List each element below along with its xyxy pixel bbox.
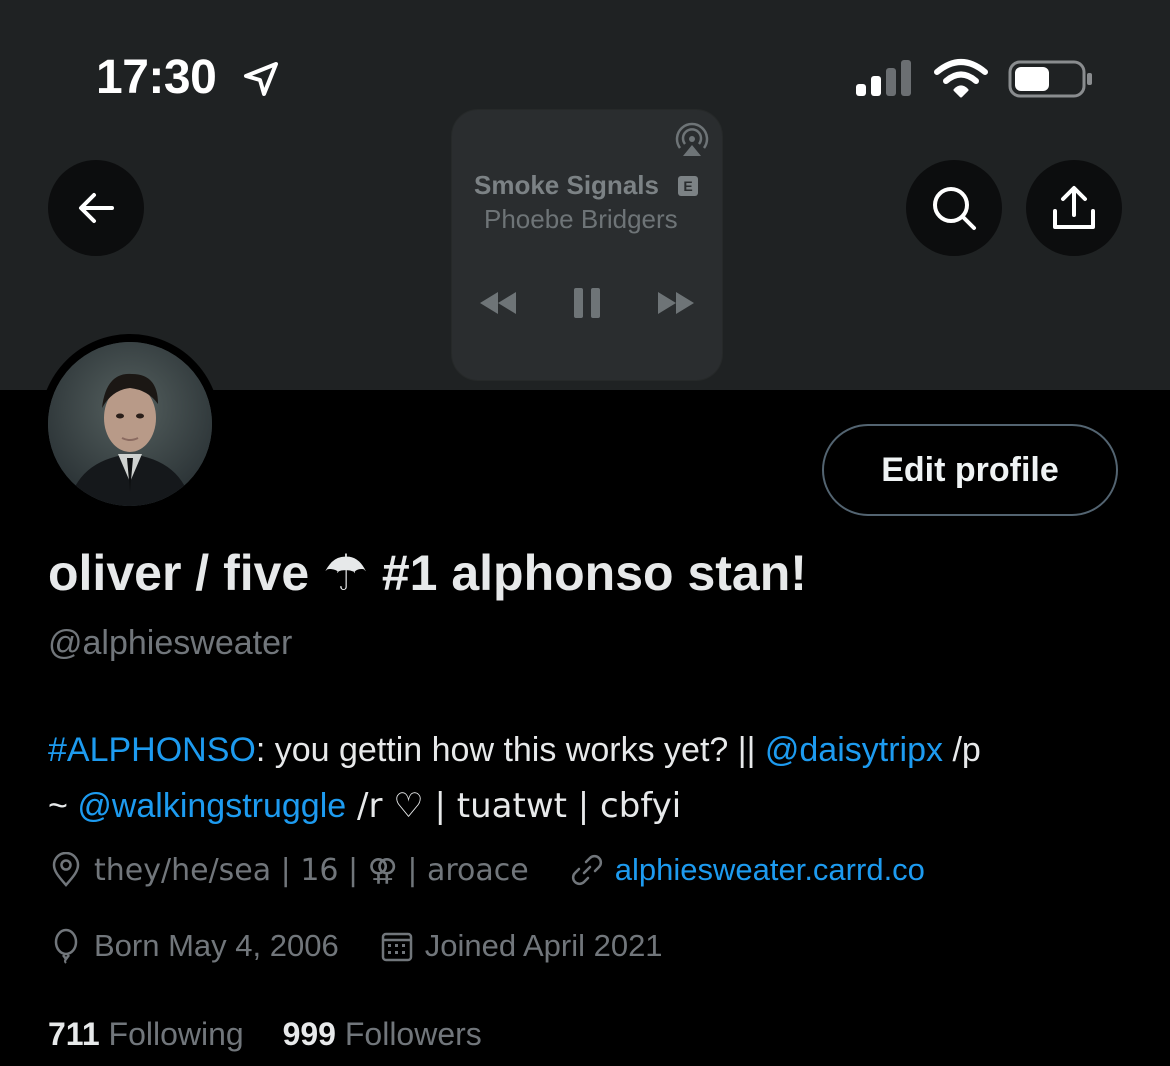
location-pin-icon [52,852,80,887]
airplay-audio-icon[interactable] [672,120,712,160]
status-time: 17:30 [96,51,217,104]
joined-text: Joined April 2021 [424,928,663,963]
user-handle: @alphiesweater [48,624,293,662]
following-link[interactable]: 711 Following [48,1016,283,1052]
profile-meta-row: they/he/sea | 16 | ⚢ | aroace alphieswea… [48,852,925,888]
wifi-icon [934,59,988,98]
profile-dates-row: Born May 4, 2006 Joined April 2021 [48,928,663,964]
battery-icon [1008,60,1092,98]
hashtag-link[interactable]: #ALPHONSO [48,731,256,769]
followers-link[interactable]: 999 Followers [283,1016,512,1052]
calendar-icon [381,932,412,962]
location-text: they/he/sea | 16 | ⚢ | aroace [94,852,529,888]
follow-stats: 711 Following 999 Followers [48,1016,512,1053]
website-link[interactable]: alphiesweater.carrd.co [615,852,925,888]
profile-bio: #ALPHONSO: you gettin how this works yet… [48,731,981,826]
umbrella-emoji: ☂ [323,544,368,602]
display-name: oliver / five ☂ #1 alphonso stan! [48,544,807,602]
birthday-text: Born May 4, 2006 [94,928,339,963]
avatar-portrait [48,342,212,506]
followers-count: 999 [282,1016,336,1052]
back-button[interactable] [48,160,144,256]
following-label: Following [108,1016,244,1052]
balloon-icon [54,928,78,964]
search-icon [933,187,976,230]
mention-link[interactable]: @daisytripx [765,731,943,769]
explicit-badge: E [678,176,698,196]
fast-forward-icon[interactable] [656,286,696,320]
arrow-left-icon [79,193,114,223]
cellular-signal-icon [856,60,911,96]
share-icon [1053,186,1095,229]
share-button[interactable] [1026,160,1122,256]
song-artist: Phoebe Bridgers [484,204,678,234]
now-playing-widget[interactable]: Smoke Signals E Phoebe Bridgers [452,110,722,380]
followers-label: Followers [344,1016,482,1052]
edit-profile-button[interactable]: Edit profile [822,424,1118,516]
pause-icon[interactable] [572,286,602,320]
following-count: 711 [48,1016,100,1052]
search-button[interactable] [906,160,1002,256]
avatar[interactable] [48,342,212,506]
song-title: Smoke Signals [474,170,659,200]
link-icon [571,854,602,886]
mention-link[interactable]: @walkingstruggle [77,787,346,825]
location-arrow-icon [244,62,278,96]
rewind-icon[interactable] [478,286,518,320]
